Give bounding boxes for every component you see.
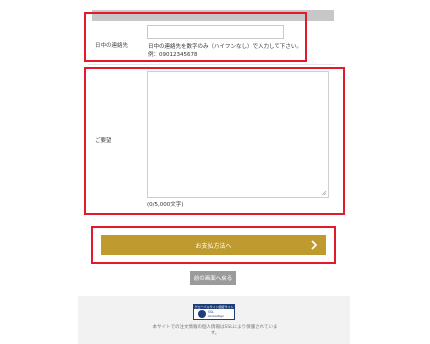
- highlight-pay-button: [91, 226, 336, 264]
- ssl-seal[interactable]: グローバルサイン認証サイト SSL GlobalSign: [193, 304, 235, 320]
- back-button[interactable]: 前の画面へ戻る: [190, 271, 236, 285]
- highlight-phone-row: [84, 12, 307, 62]
- highlight-request-row: [84, 67, 345, 215]
- back-button-label: 前の画面へ戻る: [193, 276, 233, 282]
- ssl-note: 本サイトでの注文情報の個人情報はSSLにより保護されています。: [152, 325, 278, 336]
- seal-brand-text: GlobalSign: [208, 314, 225, 318]
- globalsign-logo-icon: [198, 310, 206, 318]
- seal-header: グローバルサイン認証サイト: [194, 305, 234, 309]
- row-divider: [88, 64, 335, 65]
